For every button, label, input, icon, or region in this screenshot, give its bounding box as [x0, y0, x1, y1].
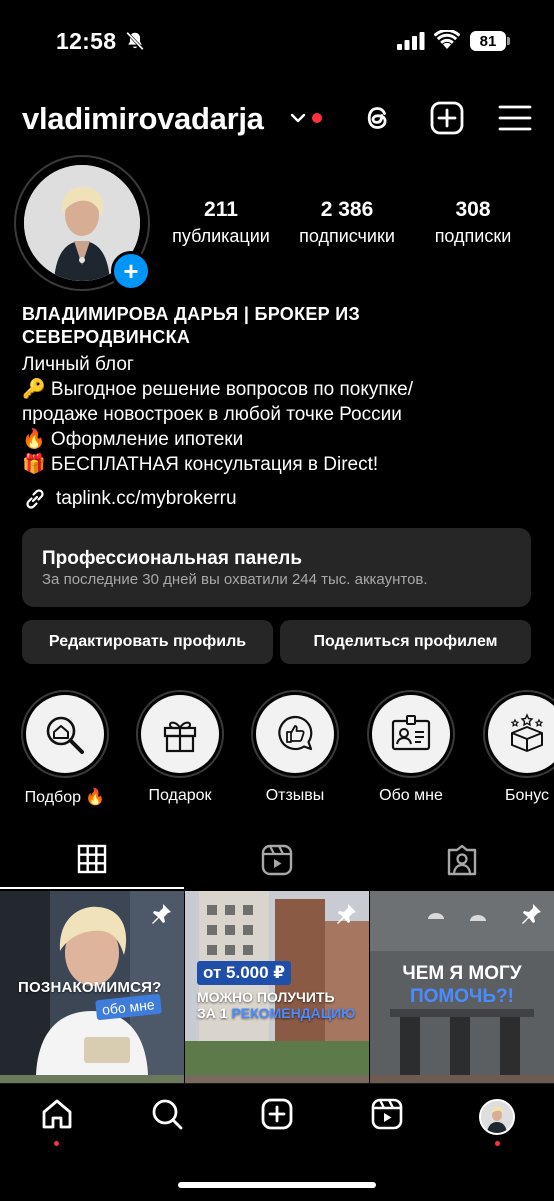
- house-search-icon: [46, 716, 84, 754]
- battery-tip: [507, 37, 510, 45]
- add-story-button[interactable]: +: [111, 251, 151, 291]
- stat-followers[interactable]: 2 386 подписчики: [286, 198, 408, 247]
- stat-posts-value: 211: [204, 198, 238, 221]
- tagged-icon[interactable]: [446, 844, 478, 876]
- home-icon[interactable]: [40, 1097, 74, 1131]
- home-indicator: [178, 1182, 376, 1188]
- link-icon: [26, 489, 44, 509]
- battery-icon: 81: [470, 31, 506, 51]
- post-caption-part: ЗА 1: [197, 1005, 232, 1021]
- post-caption-highlight: РЕКОМЕНДАЦИЮ: [231, 1005, 356, 1021]
- profile-notification-dot: [495, 1141, 500, 1146]
- highlight-label: Бонус: [504, 787, 550, 804]
- bell-slash-icon: [126, 31, 144, 51]
- gift-box-stars-icon: [510, 713, 544, 752]
- home-notification-dot: [54, 1141, 59, 1146]
- post-tile[interactable]: ПОЗНАКОМИМСЯ? обо мне: [0, 891, 184, 1075]
- bio-category: Личный блог: [22, 354, 134, 375]
- highlight-otzyvy[interactable]: Отзывы: [250, 690, 340, 805]
- battery-level: 81: [479, 32, 497, 50]
- highlight-ring: [483, 690, 554, 778]
- highlight-label: Обо мне: [379, 787, 443, 804]
- stat-followers-value: 2 386: [320, 198, 374, 221]
- post-caption-line2: ЗА 1 РЕКОМЕНДАЦИЮ: [197, 1005, 355, 1021]
- gift-icon: [163, 721, 197, 753]
- cell-signal-icon: [397, 32, 425, 50]
- post-caption: ЧЕМ Я МОГУ: [402, 963, 522, 984]
- share-profile-button[interactable]: Поделиться профилем: [280, 620, 531, 664]
- post-tile-partial[interactable]: [370, 1075, 554, 1083]
- highlight-bonus[interactable]: Бонус: [482, 690, 554, 805]
- bio-line: продаже новостроек в любой точке России: [22, 404, 402, 425]
- notification-dot: [312, 113, 322, 123]
- grid-icon[interactable]: [77, 844, 107, 874]
- reels-nav-icon[interactable]: [370, 1097, 404, 1131]
- search-icon[interactable]: [150, 1097, 184, 1131]
- highlight-ring: [251, 690, 339, 778]
- id-card-icon: [391, 715, 431, 751]
- reels-icon[interactable]: [261, 844, 293, 876]
- professional-dashboard[interactable]: Профессиональная панель За последние 30 …: [22, 528, 531, 607]
- bio-line: 🔥 Оформление ипотеки: [22, 429, 244, 450]
- highlight-label: Отзывы: [265, 787, 325, 804]
- highlight-obo-mne[interactable]: Обо мне: [366, 690, 456, 805]
- highlight-ring: [136, 690, 224, 778]
- stat-posts-label: публикации: [172, 226, 270, 246]
- active-tab-indicator: [0, 887, 184, 889]
- stat-following[interactable]: 308 подписки: [412, 198, 534, 247]
- stat-posts[interactable]: 211 публикации: [160, 198, 282, 247]
- create-icon[interactable]: [260, 1097, 294, 1131]
- threads-icon[interactable]: [360, 100, 396, 136]
- highlight-ring: [21, 690, 109, 778]
- profile-avatar[interactable]: [479, 1099, 515, 1135]
- bio-line: 🎁 БЕСПЛАТНАЯ консультация в Direct!: [22, 454, 379, 475]
- highlight-podarok[interactable]: Подарок: [135, 690, 225, 805]
- post-caption: МОЖНО ПОЛУЧИТЬ: [197, 989, 335, 1005]
- post-caption: ПОЗНАКОМИМСЯ?: [18, 979, 162, 996]
- thumbs-up-bubble-icon: [278, 715, 313, 751]
- stat-following-label: подписки: [434, 226, 512, 246]
- edit-profile-button[interactable]: Редактировать профиль: [22, 620, 273, 664]
- profile-display-name: ВЛАДИМИРОВА ДАРЬЯ | БРОКЕР ИЗ СЕВЕРОДВИН…: [22, 303, 442, 349]
- post-tile-partial[interactable]: [0, 1075, 184, 1083]
- post-caption: ПОМОЧЬ?!: [410, 986, 514, 1007]
- bio-line: 🔑 Выгодное решение вопросов по покупке/: [22, 379, 414, 400]
- pin-icon: [522, 904, 541, 924]
- display-name-line-2: СЕВЕРОДВИНСКА: [22, 327, 191, 347]
- pin-icon: [152, 904, 171, 924]
- display-name-line-1: ВЛАДИМИРОВА ДАРЬЯ | БРОКЕР ИЗ: [22, 304, 361, 324]
- profile-link-text[interactable]: taplink.cc/mybrokerru: [56, 488, 237, 510]
- highlight-ring: [367, 690, 455, 778]
- wifi-icon: [434, 30, 460, 49]
- highlight-podbor[interactable]: Подбор 🔥: [20, 690, 110, 807]
- pro-panel-subtitle: За последние 30 дней вы охватили 244 тыс…: [42, 571, 428, 588]
- post-tile[interactable]: от 5.000 ₽ МОЖНО ПОЛУЧИТЬ ЗА 1 РЕКОМЕНДА…: [185, 891, 369, 1075]
- highlight-label: Подарок: [148, 787, 212, 804]
- chevron-down-icon[interactable]: [290, 112, 306, 124]
- menu-icon[interactable]: [497, 100, 533, 136]
- stat-followers-label: подписчики: [299, 226, 395, 246]
- create-plus-icon[interactable]: [429, 100, 465, 136]
- stat-following-value: 308: [455, 198, 491, 221]
- status-time: 12:58: [56, 28, 117, 54]
- profile-link[interactable]: taplink.cc/mybrokerru: [22, 486, 237, 512]
- post-tile[interactable]: ЧЕМ Я МОГУ ПОМОЧЬ?!: [370, 891, 554, 1075]
- post-tile-partial[interactable]: [185, 1075, 369, 1083]
- pro-panel-title: Профессиональная панель: [42, 548, 303, 569]
- pin-icon: [337, 904, 356, 924]
- highlight-label: Подбор 🔥: [24, 789, 106, 806]
- post-tag: от 5.000 ₽: [197, 961, 292, 985]
- profile-username[interactable]: vladimirovadarja: [22, 101, 264, 137]
